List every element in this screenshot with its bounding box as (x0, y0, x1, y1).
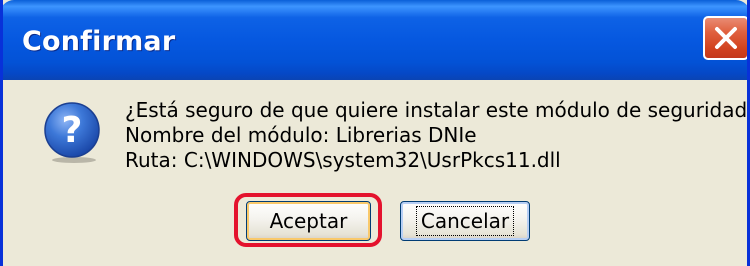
close-icon (715, 27, 737, 49)
cancel-button-label: Cancelar (415, 206, 515, 236)
message-question: ¿Está seguro de que quiere instalar este… (125, 98, 750, 122)
close-button[interactable] (703, 16, 747, 60)
message-path: Ruta: C:\WINDOWS\system32\UsrPkcs11.dll (125, 148, 561, 172)
dialog-title: Confirmar (22, 26, 176, 57)
title-bar[interactable]: Confirmar (3, 0, 747, 80)
question-icon: ? (44, 102, 100, 163)
svg-text:?: ? (62, 110, 83, 151)
message-module-name: Nombre del módulo: Librerias DNIe (125, 123, 477, 147)
cancel-button[interactable]: Cancelar (400, 201, 530, 241)
confirm-dialog: Confirmar ? ¿Está seguro de que quiere i… (0, 0, 750, 266)
accept-button[interactable]: Aceptar (246, 201, 371, 241)
dialog-message: ¿Está seguro de que quiere instalar este… (125, 98, 750, 173)
